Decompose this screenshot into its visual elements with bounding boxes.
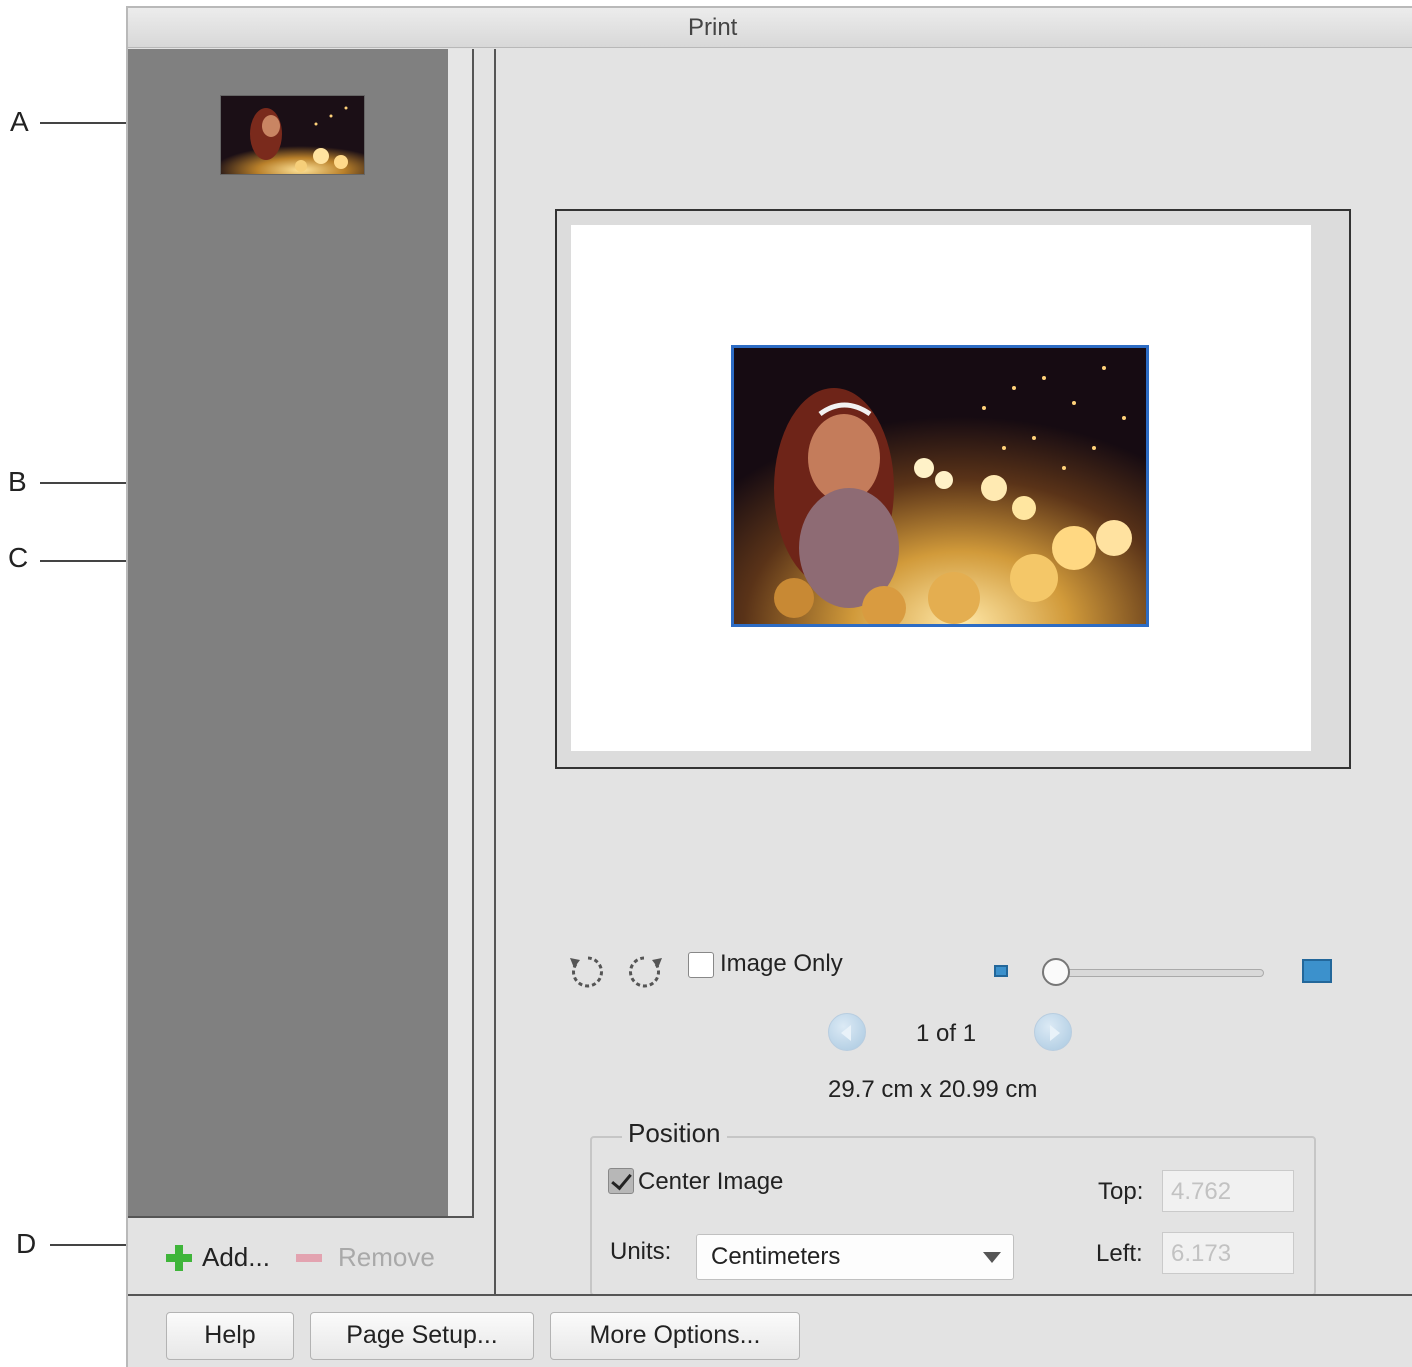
previous-page-button[interactable] [828, 1013, 866, 1051]
image-only-label: Image Only [720, 950, 843, 977]
page-setup-button[interactable]: Page Setup... [310, 1312, 534, 1360]
next-arrow-icon [1050, 1025, 1060, 1041]
plus-icon [166, 1244, 192, 1271]
paper-size-label: 29.7 cm x 20.99 cm [828, 1076, 1038, 1103]
top-field[interactable]: 4.762 [1162, 1170, 1294, 1212]
center-image-label: Center Image [638, 1168, 784, 1195]
add-button[interactable]: Add... [166, 1242, 270, 1273]
position-group-title: Position [622, 1118, 727, 1149]
chevron-down-icon [983, 1252, 1001, 1263]
tray-scroll-strip [448, 49, 474, 1275]
minus-icon [296, 1253, 322, 1262]
thumbnail-photo [221, 96, 364, 174]
bottom-divider [128, 1294, 1412, 1296]
zoom-in-icon[interactable] [1302, 959, 1332, 983]
remove-label: Remove [338, 1242, 435, 1272]
print-dialog: Print Add... Remove Image Only 1 of 1 29… [126, 6, 1412, 1367]
more-options-button[interactable]: More Options... [550, 1312, 800, 1360]
units-select[interactable]: Centimeters [696, 1234, 1014, 1280]
image-only-checkbox[interactable] [688, 952, 714, 978]
panel-divider [494, 49, 496, 1294]
next-page-button[interactable] [1034, 1013, 1072, 1051]
help-button[interactable]: Help [166, 1312, 294, 1360]
left-label: Left: [1096, 1240, 1143, 1267]
add-label: Add... [202, 1242, 270, 1272]
units-label: Units: [610, 1238, 672, 1265]
callout-a: A [10, 106, 29, 137]
previous-arrow-icon [841, 1025, 851, 1041]
zoom-slider[interactable] [1042, 969, 1264, 977]
paper-sheet [571, 225, 1311, 751]
print-preview [555, 209, 1351, 769]
units-value: Centimeters [711, 1243, 841, 1270]
preview-image [734, 348, 1146, 624]
zoom-slider-knob[interactable] [1042, 958, 1070, 986]
rotate-left-icon[interactable] [566, 952, 606, 992]
preview-photo[interactable] [731, 345, 1149, 627]
center-image-checkbox[interactable] [608, 1168, 634, 1194]
left-field[interactable]: 6.173 [1162, 1232, 1294, 1274]
tray-thumbnail[interactable] [220, 95, 365, 175]
callout-c: C [8, 542, 29, 573]
page-indicator: 1 of 1 [916, 1020, 977, 1047]
zoom-out-icon[interactable] [994, 965, 1008, 977]
rotate-right-icon[interactable] [626, 952, 666, 992]
callout-d: D [16, 1228, 37, 1259]
remove-button[interactable]: Remove [296, 1242, 435, 1273]
title-bar: Print [128, 8, 1412, 48]
window-title: Print [688, 14, 738, 41]
callout-b: B [8, 466, 27, 497]
tray-toolbar: Add... Remove [128, 1218, 474, 1292]
photo-tray [128, 49, 448, 1217]
top-label: Top: [1098, 1178, 1144, 1205]
